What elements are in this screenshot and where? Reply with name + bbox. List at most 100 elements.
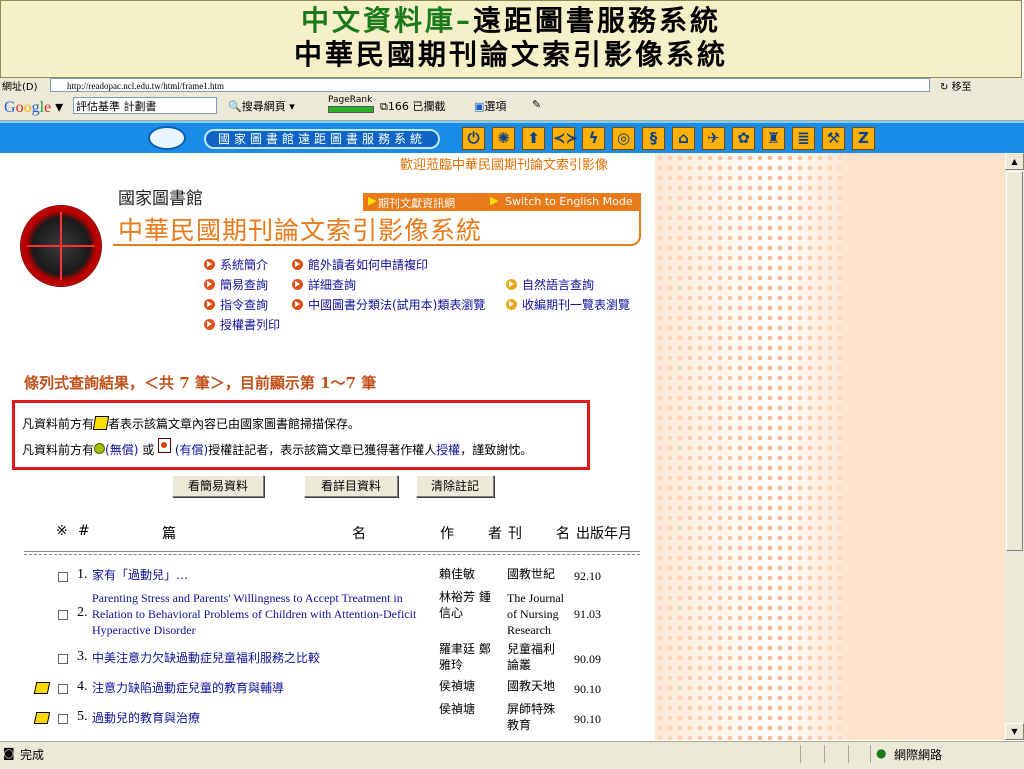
- vertical-scrollbar[interactable]: ▲ ▼: [1005, 153, 1024, 740]
- row-checkbox[interactable]: [58, 714, 68, 724]
- system-emblem-icon: [20, 205, 102, 287]
- notice-line-1: 凡資料前方有 者表示該篇文章內容已由國家圖書館掃描保存。: [22, 416, 361, 431]
- row-checkbox[interactable]: [58, 684, 68, 694]
- handshake-icon[interactable]: ≺≻: [552, 127, 578, 150]
- go-label: 移至: [951, 82, 972, 93]
- up-arrow-icon[interactable]: ⬆: [522, 127, 545, 150]
- arrow-right-icon: ▶: [368, 194, 377, 207]
- menu-system-intro[interactable]: 系統簡介: [204, 256, 268, 273]
- row-number: 4.: [77, 679, 88, 694]
- status-divider: [848, 745, 849, 763]
- row-title-link[interactable]: 中美注意力欠缺過動症兒童福利服務之比較: [92, 650, 320, 666]
- bullet-arrow-icon: [204, 299, 215, 310]
- row-journal: 國教世紀: [507, 567, 556, 581]
- row-date: 90.10: [574, 712, 601, 726]
- power-icon[interactable]: ⏻: [462, 127, 485, 150]
- options-label: 選項: [484, 100, 507, 113]
- bullet-arrow-icon: [292, 279, 303, 290]
- clear-marks-button[interactable]: 清除註記: [416, 475, 494, 497]
- highlighter-icon[interactable]: ✎: [532, 98, 541, 111]
- menu-natural-query[interactable]: 自然語言查詢: [506, 276, 594, 293]
- slide-title-box: 中文資料庫–遠距圖書服務系統 中華民國期刊論文索引影像系統: [0, 0, 1022, 78]
- google-search-input[interactable]: 評估基準 計劃書: [73, 97, 217, 114]
- row-author: 羅聿廷 鄭雅玲: [439, 642, 491, 672]
- row-journal: The Journal of Nursing Research: [507, 591, 564, 637]
- spiral-icon[interactable]: ◎: [612, 127, 635, 150]
- menu-command-query[interactable]: 指令查詢: [204, 296, 268, 313]
- col-journal-1: 刊: [508, 526, 522, 542]
- building-icon[interactable]: ⌂: [672, 127, 695, 150]
- status-text: 完成: [20, 748, 45, 762]
- pagerank-indicator: PageRank: [328, 95, 374, 113]
- col-title-2: 名: [352, 526, 366, 542]
- menu-classification-browse[interactable]: 中國圖書分類法(試用本)類表瀏覽: [292, 296, 485, 313]
- periodical-info-link[interactable]: 期刊文獻資訊網: [378, 195, 455, 211]
- status-divider: [800, 745, 801, 763]
- scroll-icon[interactable]: §: [642, 127, 665, 150]
- row-checkbox[interactable]: [58, 572, 68, 582]
- row-title-link[interactable]: 注意力缺陷過動症兒童的教育與輔導: [92, 680, 284, 696]
- menu-detailed-query[interactable]: 詳細查詢: [292, 276, 356, 293]
- welcome-text: 歡迎蒞臨中華民國期刊論文索引影像: [400, 158, 609, 173]
- address-bar: 網址(D) http://readopac.ncl.edu.tw/html/fr…: [0, 78, 1024, 95]
- bullet-arrow-icon: [204, 279, 215, 290]
- scroll-down-button[interactable]: ▼: [1005, 723, 1024, 740]
- row-number: 1.: [77, 567, 88, 582]
- license-link[interactable]: 授權: [436, 443, 460, 457]
- scroll-up-button[interactable]: ▲: [1005, 153, 1024, 170]
- detail-view-button[interactable]: 看詳目資料: [304, 475, 398, 497]
- bullet-arrow-icon: [506, 279, 517, 290]
- popup-blocker-button[interactable]: ⧉166 已攔截: [380, 98, 445, 114]
- result-heading: 條列式查詢結果，＜共 7 筆＞，目前顯示第 1～7 筆: [24, 374, 377, 392]
- header-divider: [24, 551, 640, 555]
- library-name: 國家圖書館: [118, 189, 203, 209]
- plane-icon[interactable]: ✈: [702, 127, 725, 150]
- palette-icon[interactable]: ✿: [732, 127, 755, 150]
- menu-journal-list-browse[interactable]: 收編期刊一覽表瀏覽: [506, 296, 630, 313]
- simple-view-button[interactable]: 看簡易資料: [172, 475, 264, 497]
- scanned-icon: [33, 682, 51, 694]
- menu-authorized-print[interactable]: 授權書列印: [204, 316, 280, 333]
- library-system-pill[interactable]: 國家圖書館遠距圖書服務系統: [204, 129, 440, 149]
- security-zone: 網際網路: [894, 748, 943, 762]
- search-web-button[interactable]: 🔍搜尋網頁 ▾: [228, 98, 295, 114]
- search-web-label: 搜尋網頁: [241, 100, 286, 113]
- row-journal: 兒童福利 論叢: [507, 642, 556, 672]
- options-button[interactable]: ▣選項: [474, 98, 506, 114]
- menu-outside-copy[interactable]: 館外讀者如何申請複印: [292, 256, 428, 273]
- row-date: 90.10: [574, 682, 601, 696]
- lightning-icon[interactable]: ϟ: [582, 127, 605, 150]
- arrow-right-icon: ▶: [490, 194, 499, 207]
- row-title-link[interactable]: Parenting Stress and Parents' Willingnes…: [92, 590, 416, 638]
- row-checkbox[interactable]: [58, 610, 68, 620]
- english-mode-link[interactable]: Switch to English Mode: [505, 195, 633, 208]
- hammer-icon[interactable]: ⚒: [822, 127, 845, 150]
- row-author: 侯禎塘: [439, 679, 476, 693]
- google-logo[interactable]: Google ▾: [4, 97, 63, 117]
- row-checkbox[interactable]: [58, 654, 68, 664]
- sun-icon[interactable]: ✺: [492, 127, 515, 150]
- dot-pattern: [655, 153, 855, 740]
- status-bar: ◙ 完成 ● 網際網路: [0, 741, 1024, 769]
- bullet-arrow-icon: [292, 299, 303, 310]
- bullet-arrow-icon: [204, 259, 215, 270]
- z-icon[interactable]: Z: [852, 127, 875, 150]
- library-logo-icon[interactable]: [148, 126, 186, 150]
- scroll-thumb[interactable]: [1006, 171, 1023, 551]
- go-button[interactable]: ↻ 移至: [940, 78, 972, 93]
- scanned-icon: [92, 416, 110, 430]
- temple-icon[interactable]: ♜: [762, 127, 785, 150]
- row-title-link[interactable]: 家有「過動兒」…: [92, 567, 188, 583]
- address-input[interactable]: http://readopac.ncl.edu.tw/html/frame1.h…: [50, 78, 930, 92]
- paid-license-icon: [158, 438, 172, 453]
- row-journal: 屏師特殊 教育: [507, 702, 556, 732]
- menu-simple-query[interactable]: 簡易查詢: [204, 276, 268, 293]
- bullet-arrow-icon: [506, 299, 517, 310]
- row-author: 侯禎塘: [439, 702, 476, 716]
- options-icon: ▣: [474, 100, 485, 113]
- col-date: 出版年月: [576, 526, 632, 542]
- row-title-link[interactable]: 過動兒的教育與治療: [92, 710, 200, 726]
- book-stack-icon[interactable]: ≣: [792, 127, 815, 150]
- address-label: 網址(D): [2, 82, 38, 93]
- binoculars-icon: 🔍: [228, 100, 242, 113]
